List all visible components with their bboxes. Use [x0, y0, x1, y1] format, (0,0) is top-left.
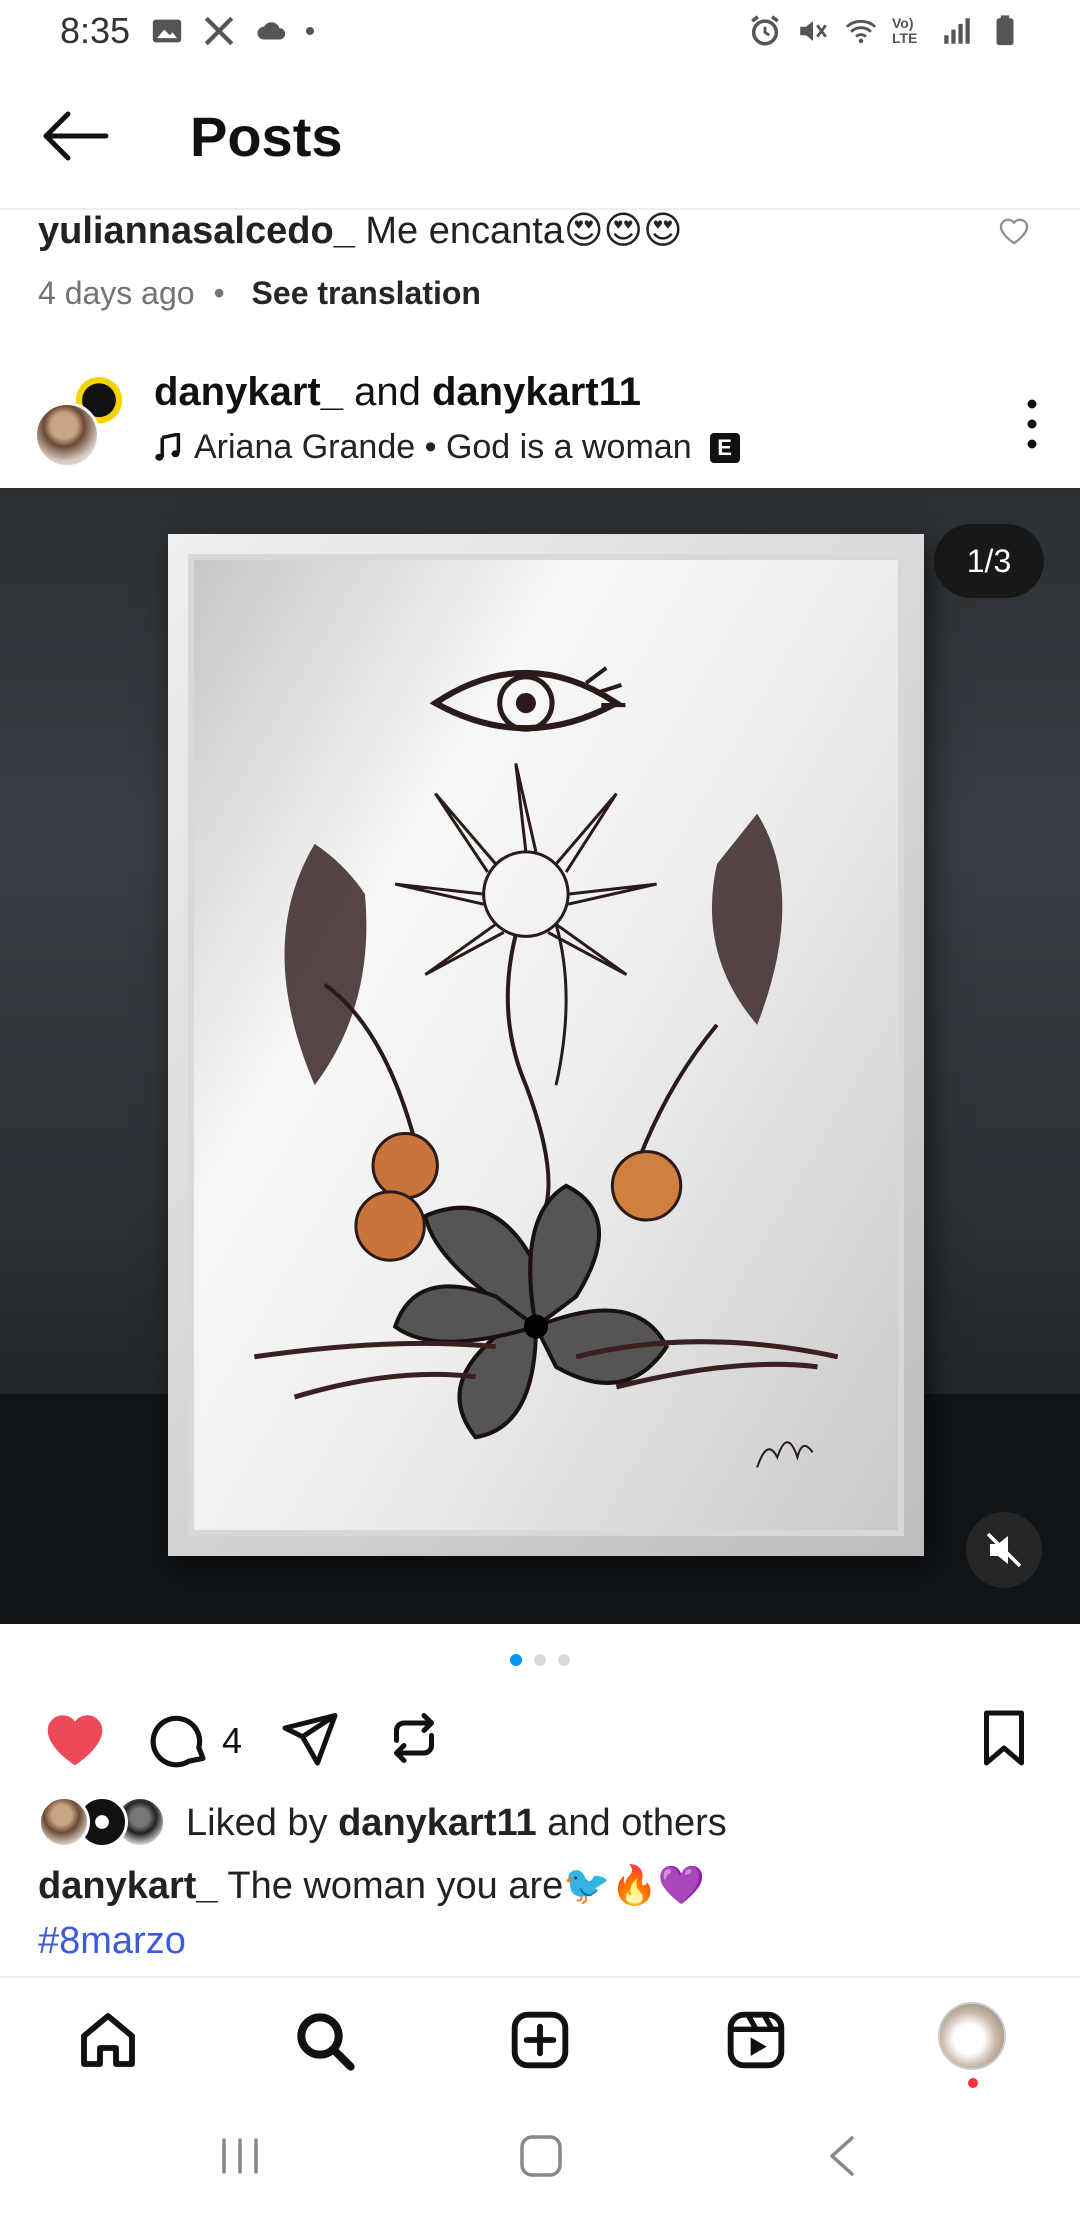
avatar: [38, 1796, 90, 1848]
author-username-2[interactable]: danykart11: [432, 370, 641, 414]
post-actions: 4: [0, 1700, 1080, 1800]
caption-text: The woman you are🐦🔥💜: [217, 1865, 706, 1907]
gallery-icon: [152, 19, 182, 43]
mute-toggle-button[interactable]: [966, 1512, 1042, 1588]
framed-artwork: [168, 534, 924, 1556]
share-icon[interactable]: [280, 1708, 340, 1768]
save-icon[interactable]: [976, 1708, 1032, 1768]
notification-dot: [968, 2078, 978, 2088]
comment-count[interactable]: 4: [222, 1720, 242, 1762]
cloud-icon: [257, 22, 286, 40]
post-header: danykart_ and danykart11 Ariana Grande •…: [0, 368, 1080, 488]
liked-by-row[interactable]: Liked by danykart11 and others: [38, 1796, 727, 1850]
page-title: Posts: [190, 105, 343, 168]
carousel-dot: [510, 1654, 522, 1666]
more-options-icon[interactable]: [1022, 396, 1042, 452]
status-time: 8:35: [60, 10, 131, 51]
status-left-icons: [150, 14, 314, 48]
dot-icon: [306, 27, 314, 35]
like-icon[interactable]: [42, 1708, 108, 1768]
alarm-icon: [751, 15, 779, 46]
recents-button[interactable]: [218, 2132, 262, 2180]
liked-by-user[interactable]: danykart11: [338, 1802, 537, 1844]
collab-avatars[interactable]: [34, 372, 134, 472]
repost-icon[interactable]: [384, 1708, 444, 1768]
signal-icon: [944, 18, 970, 44]
back-arrow-icon[interactable]: [40, 110, 110, 162]
comment-time: 4 days ago: [38, 275, 195, 311]
media-counter: 1/3: [934, 524, 1044, 598]
post-media[interactable]: 1/3: [0, 488, 1080, 1624]
music-artist: Ariana Grande: [194, 428, 416, 466]
carousel-indicator: [0, 1654, 1080, 1666]
volte-icon: Vo) LTE: [892, 15, 918, 46]
mute-icon: [800, 21, 827, 41]
create-icon[interactable]: [508, 2008, 572, 2072]
comment-meta: 4 days ago • See translation: [38, 275, 1048, 312]
carousel-dot: [558, 1654, 570, 1666]
liked-by-text: Liked by danykart11 and others: [186, 1801, 727, 1844]
system-navigation-bar: [0, 2096, 1080, 2220]
status-right-icons: Vo) LTE: [748, 14, 1022, 48]
previous-comment: yuliannasalcedo_ Me encanta😍😍😍 4 days ag…: [38, 208, 1048, 312]
comment-username[interactable]: yuliannasalcedo_: [38, 210, 355, 252]
music-title: God is a woman: [445, 428, 692, 466]
carousel-dot: [534, 1654, 546, 1666]
avatar: [34, 402, 100, 468]
music-attribution[interactable]: Ariana Grande • God is a woman E: [154, 428, 740, 467]
x-icon: [204, 16, 234, 46]
comment-icon[interactable]: [150, 1708, 212, 1770]
home-button[interactable]: [518, 2132, 564, 2180]
comment-separator: •: [213, 275, 225, 311]
muted-speaker-icon: [986, 1532, 1022, 1568]
back-button[interactable]: [822, 2132, 862, 2180]
comment-text: yuliannasalcedo_ Me encanta😍😍😍: [38, 208, 1048, 253]
comment-like-icon[interactable]: [996, 214, 1032, 246]
see-translation-button[interactable]: See translation: [252, 275, 481, 311]
top-app-bar: Posts: [0, 64, 1080, 210]
post-caption: danykart_ The woman you are🐦🔥💜: [38, 1864, 1048, 1908]
artwork-canvas: [188, 554, 904, 1536]
author-username-1[interactable]: danykart_: [154, 370, 343, 414]
status-bar: 8:35 Vo) LTE: [0, 0, 1080, 64]
authors-joiner: and: [342, 370, 432, 414]
bottom-navigation: [0, 1976, 1080, 2096]
music-note-icon: [155, 432, 181, 461]
caption-hashtag[interactable]: #8marzo: [38, 1920, 186, 1963]
artwork-illustration: [253, 666, 839, 1468]
explicit-badge: E: [709, 432, 740, 463]
music-separator: •: [415, 428, 446, 466]
post-authors: danykart_ and danykart11: [154, 370, 641, 415]
battery-icon: [996, 15, 1014, 46]
comment-body: Me encanta😍😍😍: [365, 210, 683, 252]
reels-icon[interactable]: [724, 2008, 788, 2072]
liker-avatars: [38, 1796, 168, 1850]
home-icon[interactable]: [76, 2008, 140, 2072]
wifi-icon: [845, 19, 877, 44]
caption-username[interactable]: danykart_: [38, 1865, 218, 1907]
profile-avatar[interactable]: [938, 2002, 1006, 2070]
search-icon[interactable]: [292, 2008, 356, 2072]
